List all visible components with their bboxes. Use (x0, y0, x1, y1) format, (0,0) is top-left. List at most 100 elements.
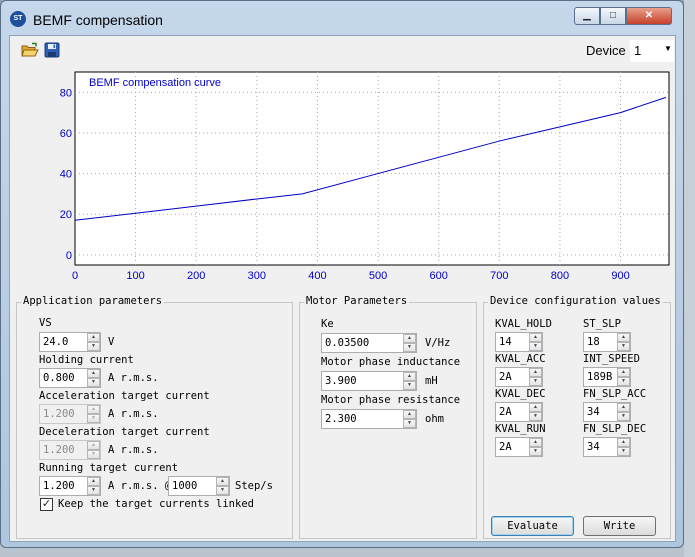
ke-spinner[interactable]: 0.03500 ▲ ▼ (321, 333, 417, 353)
inductance-spinner[interactable]: 3.900 ▲ ▼ (321, 371, 417, 391)
fn-slp-dec-value: 34 (587, 441, 600, 453)
spin-down-arrow-icon[interactable]: ▼ (617, 342, 630, 351)
spin-down-arrow-icon[interactable]: ▼ (529, 377, 542, 386)
spin-up-arrow-icon[interactable]: ▲ (617, 333, 630, 342)
spin-up-arrow-icon[interactable]: ▲ (617, 438, 630, 447)
spin-down-arrow-icon[interactable]: ▼ (617, 412, 630, 421)
int-speed-label: INT_SPEED (583, 353, 640, 365)
inductance-unit: mH (425, 375, 438, 387)
spin-up-arrow-icon[interactable]: ▲ (403, 334, 416, 343)
fn-slp-acc-spinner[interactable]: 34 ▲ ▼ (583, 402, 631, 422)
running-current-spinner[interactable]: 1.200 ▲ ▼ (39, 476, 101, 496)
device-configuration-group: Device configuration values KVAL_HOLD 14… (483, 295, 671, 539)
x-tick-label: 900 (611, 270, 629, 282)
spin-down-arrow-icon[interactable]: ▼ (87, 378, 100, 387)
deceleration-current-value: 1.200 (43, 444, 75, 456)
evaluate-button[interactable]: Evaluate (491, 516, 574, 536)
fn-slp-dec-spinner[interactable]: 34 ▲ ▼ (583, 437, 631, 457)
acceleration-current-value: 1.200 (43, 408, 75, 420)
kval-acc-label: KVAL_ACC (495, 353, 546, 365)
spin-down-arrow-icon: ▼ (87, 414, 100, 423)
device-label: Device (586, 43, 626, 58)
deceleration-current-label: Deceleration target current (39, 426, 210, 438)
spin-down-arrow-icon[interactable]: ▼ (529, 342, 542, 351)
spin-down-arrow-icon[interactable]: ▼ (216, 486, 229, 495)
holding-current-spinner[interactable]: 0.800 ▲ ▼ (39, 368, 101, 388)
write-button[interactable]: Write (583, 516, 656, 536)
deceleration-current-spinner: 1.200 ▲ ▼ (39, 440, 101, 460)
spin-up-arrow-icon[interactable]: ▲ (529, 438, 542, 447)
vs-value: 24.0 (43, 336, 69, 348)
vs-unit: V (108, 336, 115, 348)
acceleration-current-spinner: 1.200 ▲ ▼ (39, 404, 101, 424)
kval-run-label: KVAL_RUN (495, 423, 546, 435)
linked-currents-label: Keep the target currents linked (58, 498, 254, 510)
spin-down-arrow-icon[interactable]: ▼ (529, 447, 542, 456)
device-select[interactable]: 1 ▼ (630, 40, 674, 62)
resistance-value: 2.300 (325, 413, 357, 425)
y-tick-label: 0 (66, 250, 72, 262)
y-tick-label: 40 (60, 169, 72, 181)
kval-acc-value: 2A (499, 371, 512, 383)
minimize-button[interactable]: ▁ (574, 7, 600, 25)
spin-down-arrow-icon[interactable]: ▼ (403, 343, 416, 352)
close-button[interactable]: ✕ (626, 7, 672, 25)
bemf-chart: 0 100 200 300 400 500 600 700 800 900 0 20 40 60 80 BEM… (14, 66, 672, 288)
int-speed-spinner[interactable]: 189B ▲ ▼ (583, 367, 631, 387)
spin-up-arrow-icon[interactable]: ▲ (87, 369, 100, 378)
kval-run-value: 2A (499, 441, 512, 453)
vs-spinner[interactable]: 24.0 ▲ ▼ (39, 332, 101, 352)
resistance-spinner[interactable]: 2.300 ▲ ▼ (321, 409, 417, 429)
title-bar[interactable]: ST BEMF compensation ▁ □ ✕ (1, 1, 683, 35)
spin-up-arrow-icon[interactable]: ▲ (529, 333, 542, 342)
spin-down-arrow-icon: ▼ (87, 450, 100, 459)
kval-hold-label: KVAL_HOLD (495, 318, 552, 330)
acceleration-current-unit: A r.m.s. (108, 408, 159, 420)
acceleration-current-label: Acceleration target current (39, 390, 210, 402)
spin-up-arrow-icon: ▲ (87, 405, 100, 414)
spin-up-arrow-icon[interactable]: ▲ (87, 477, 100, 486)
spin-down-arrow-icon[interactable]: ▼ (87, 486, 100, 495)
x-tick-label: 200 (187, 270, 205, 282)
st-slp-spinner[interactable]: 18 ▲ ▼ (583, 332, 631, 352)
spin-up-arrow-icon[interactable]: ▲ (529, 403, 542, 412)
ke-unit: V/Hz (425, 337, 451, 349)
x-tick-label: 100 (126, 270, 144, 282)
spin-up-arrow-icon[interactable]: ▲ (87, 333, 100, 342)
kval-dec-label: KVAL_DEC (495, 388, 546, 400)
spin-down-arrow-icon[interactable]: ▼ (617, 447, 630, 456)
running-speed-value: 1000 (172, 480, 198, 492)
holding-current-label: Holding current (39, 354, 134, 366)
x-tick-label: 600 (429, 270, 447, 282)
running-speed-spinner[interactable]: 1000 ▲ ▼ (168, 476, 230, 496)
application-parameters-group: Application parameters VS 24.0 ▲ ▼ V Hold… (16, 295, 293, 539)
spin-down-arrow-icon[interactable]: ▼ (403, 381, 416, 390)
kval-run-spinner[interactable]: 2A ▲ ▼ (495, 437, 543, 457)
kval-hold-spinner[interactable]: 14 ▲ ▼ (495, 332, 543, 352)
holding-current-unit: A r.m.s. (108, 372, 159, 384)
open-folder-icon[interactable] (21, 42, 39, 58)
ke-label: Ke (321, 318, 334, 330)
kval-acc-spinner[interactable]: 2A ▲ ▼ (495, 367, 543, 387)
y-tick-label: 60 (60, 128, 72, 140)
kval-dec-spinner[interactable]: 2A ▲ ▼ (495, 402, 543, 422)
spin-up-arrow-icon[interactable]: ▲ (403, 372, 416, 381)
spin-up-arrow-icon[interactable]: ▲ (617, 368, 630, 377)
deceleration-current-unit: A r.m.s. (108, 444, 159, 456)
spin-down-arrow-icon[interactable]: ▼ (529, 412, 542, 421)
fn-slp-acc-value: 34 (587, 406, 600, 418)
spin-up-arrow-icon[interactable]: ▲ (403, 410, 416, 419)
spin-up-arrow-icon[interactable]: ▲ (617, 403, 630, 412)
spin-down-arrow-icon[interactable]: ▼ (617, 377, 630, 386)
linked-currents-checkbox[interactable]: ✓ (40, 498, 53, 511)
spin-down-arrow-icon[interactable]: ▼ (87, 342, 100, 351)
spin-up-arrow-icon[interactable]: ▲ (529, 368, 542, 377)
spin-down-arrow-icon[interactable]: ▼ (403, 419, 416, 428)
device-value: 1 (634, 43, 642, 58)
chart-title: BEMF compensation curve (89, 77, 221, 89)
spin-up-arrow-icon[interactable]: ▲ (216, 477, 229, 486)
spin-up-arrow-icon: ▲ (87, 441, 100, 450)
maximize-button[interactable]: □ (600, 7, 626, 25)
save-disk-icon[interactable] (44, 42, 62, 58)
x-tick-label: 500 (369, 270, 387, 282)
